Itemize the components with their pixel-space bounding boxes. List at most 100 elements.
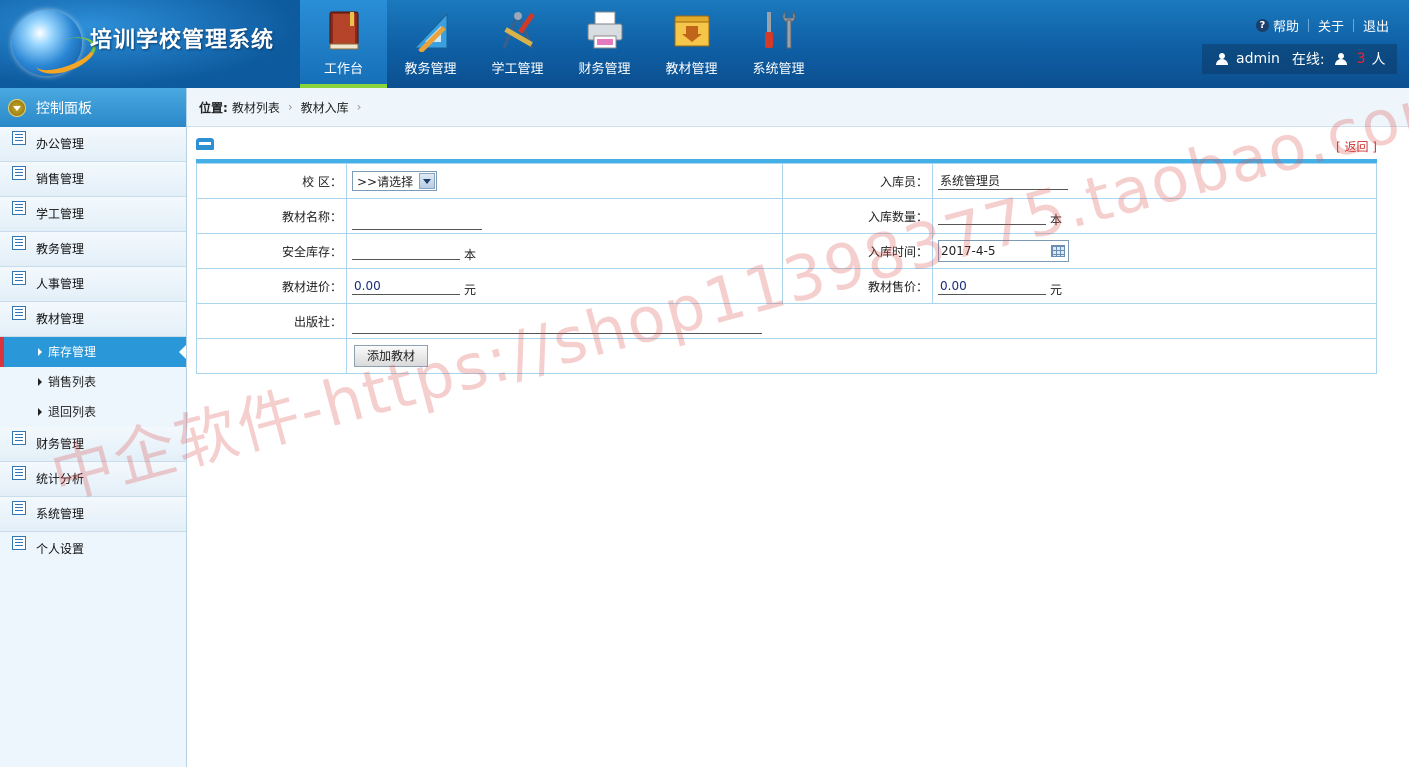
name-label: 教材名称： bbox=[196, 198, 347, 234]
chevron-down-icon bbox=[419, 173, 436, 189]
folder-download-icon bbox=[674, 15, 710, 47]
menu-label: 办公管理 bbox=[36, 137, 85, 151]
quantity-cell: 本 bbox=[932, 198, 1377, 234]
safe-stock-label: 安全库存： bbox=[196, 233, 347, 269]
content-toolbar: [ 返回 ] bbox=[196, 135, 1377, 159]
user-bar: admin 在线: 3 人 bbox=[1202, 44, 1397, 74]
menu-student-affairs[interactable]: 学工管理 bbox=[0, 197, 186, 232]
form-row: 出版社： bbox=[196, 303, 1377, 339]
workbench-book-icon bbox=[329, 11, 359, 50]
list-icon bbox=[12, 236, 26, 250]
cost-price-label: 教材进价： bbox=[196, 268, 347, 304]
nav-label: 学工管理 bbox=[491, 62, 544, 77]
form-row: 校 区： >>请选择 入库员： bbox=[196, 163, 1377, 199]
nav-finance[interactable]: 财务管理 bbox=[561, 0, 648, 88]
menu-personal-settings[interactable]: 个人设置 bbox=[0, 532, 186, 567]
main-content: [ 返回 ] 校 区： >>请选择 入库员： 教材名称： 入库数量： 本 bbox=[196, 135, 1377, 374]
campus-select[interactable]: >>请选择 bbox=[352, 171, 438, 191]
add-textbook-button[interactable]: 添加教材 bbox=[354, 345, 429, 367]
control-panel-header[interactable]: 控制面板 bbox=[0, 88, 186, 127]
list-icon bbox=[12, 536, 26, 550]
form-row: 教材名称： 入库数量： 本 bbox=[196, 198, 1377, 234]
online-unit: 人 bbox=[1371, 52, 1386, 68]
menu-textbook[interactable]: 教材管理 bbox=[0, 302, 186, 337]
menu-hr[interactable]: 人事管理 bbox=[0, 267, 186, 302]
form-row: 教材进价： 元 教材售价： 元 bbox=[196, 268, 1377, 304]
nav-system[interactable]: 系统管理 bbox=[735, 0, 822, 88]
logo-area: 培训学校管理系统 bbox=[0, 0, 300, 88]
logout-link[interactable]: 退出 bbox=[1363, 16, 1389, 35]
nav-textbook[interactable]: 教材管理 bbox=[648, 0, 735, 88]
book-icon bbox=[196, 138, 214, 150]
stock-in-form: 校 区： >>请选择 入库员： 教材名称： 入库数量： 本 安全库存： bbox=[196, 163, 1377, 374]
stock-time-value: 2017-4-5 bbox=[941, 244, 996, 258]
menu-finance[interactable]: 财务管理 bbox=[0, 427, 186, 462]
list-icon bbox=[12, 466, 26, 480]
nav-label: 系统管理 bbox=[752, 62, 805, 77]
menu-label: 个人设置 bbox=[36, 542, 85, 556]
online-user-icon bbox=[1334, 53, 1347, 65]
menu-system[interactable]: 系统管理 bbox=[0, 497, 186, 532]
quantity-field[interactable] bbox=[938, 207, 1046, 226]
publisher-field[interactable] bbox=[352, 316, 762, 334]
textbook-name-field[interactable] bbox=[352, 212, 482, 230]
sale-price-field[interactable] bbox=[938, 277, 1046, 296]
cost-price-field[interactable] bbox=[352, 277, 460, 296]
list-icon bbox=[12, 271, 26, 285]
calendar-icon[interactable] bbox=[1051, 245, 1065, 257]
list-icon bbox=[12, 431, 26, 445]
compass-pencil-icon bbox=[502, 12, 535, 49]
top-links: ? 帮助 关于 退出 bbox=[1255, 16, 1389, 35]
breadcrumb-separator: › bbox=[356, 100, 362, 114]
list-icon bbox=[12, 131, 26, 145]
stock-time-cell: 2017-4-5 bbox=[932, 233, 1377, 269]
menu-label: 人事管理 bbox=[36, 277, 85, 291]
campus-cell: >>请选择 bbox=[346, 163, 783, 199]
nav-workbench[interactable]: 工作台 bbox=[300, 0, 387, 88]
submenu-inventory[interactable]: 库存管理 bbox=[0, 337, 186, 367]
nav-label: 财务管理 bbox=[578, 62, 631, 77]
menu-statistics[interactable]: 统计分析 bbox=[0, 462, 186, 497]
menu-label: 教材管理 bbox=[36, 312, 85, 326]
form-row: 添加教材 bbox=[196, 338, 1377, 374]
name-cell bbox=[346, 198, 783, 234]
online-label: 在线: bbox=[1291, 52, 1325, 68]
breadcrumb-item[interactable]: 教材入库 bbox=[301, 99, 349, 116]
submenu-sales-list[interactable]: 销售列表 bbox=[0, 367, 186, 397]
quantity-label: 入库数量： bbox=[782, 198, 933, 234]
divider bbox=[1307, 19, 1309, 32]
breadcrumb: 位置: 教材列表 › 教材入库 › bbox=[187, 88, 1409, 127]
help-link[interactable]: 帮助 bbox=[1273, 16, 1299, 35]
menu-label: 学工管理 bbox=[36, 207, 85, 221]
back-link[interactable]: [ 返回 ] bbox=[1336, 138, 1377, 155]
list-icon bbox=[12, 201, 26, 215]
nav-student-affairs[interactable]: 学工管理 bbox=[474, 0, 561, 88]
publisher-cell bbox=[346, 303, 1377, 339]
empty-cell bbox=[196, 338, 347, 374]
submenu-return-list[interactable]: 退回列表 bbox=[0, 397, 186, 427]
menu-label: 财务管理 bbox=[36, 437, 85, 451]
printer-icon bbox=[587, 11, 623, 49]
submit-cell: 添加教材 bbox=[346, 338, 1377, 374]
about-link[interactable]: 关于 bbox=[1318, 16, 1344, 35]
quantity-unit: 本 bbox=[1050, 212, 1063, 227]
user-icon bbox=[1216, 53, 1228, 65]
menu-academic[interactable]: 教务管理 bbox=[0, 232, 186, 267]
menu-label: 教务管理 bbox=[36, 242, 85, 256]
menu-sales[interactable]: 销售管理 bbox=[0, 162, 186, 197]
operator-field[interactable] bbox=[938, 172, 1068, 190]
help-icon: ? bbox=[1255, 19, 1269, 32]
nav-academic[interactable]: 教务管理 bbox=[387, 0, 474, 88]
list-icon bbox=[12, 501, 26, 515]
username: admin bbox=[1236, 51, 1280, 67]
breadcrumb-item[interactable]: 教材列表 bbox=[232, 99, 280, 116]
nav-label: 教务管理 bbox=[404, 62, 457, 77]
safe-stock-cell: 本 bbox=[346, 233, 783, 269]
safe-stock-unit: 本 bbox=[464, 247, 477, 262]
sale-price-label: 教材售价： bbox=[782, 268, 933, 304]
stock-time-field[interactable]: 2017-4-5 bbox=[938, 240, 1069, 262]
menu-office[interactable]: 办公管理 bbox=[0, 127, 186, 162]
tools-icon bbox=[765, 10, 796, 49]
safe-stock-field[interactable] bbox=[352, 242, 460, 261]
campus-select-value: >>请选择 bbox=[357, 174, 414, 189]
